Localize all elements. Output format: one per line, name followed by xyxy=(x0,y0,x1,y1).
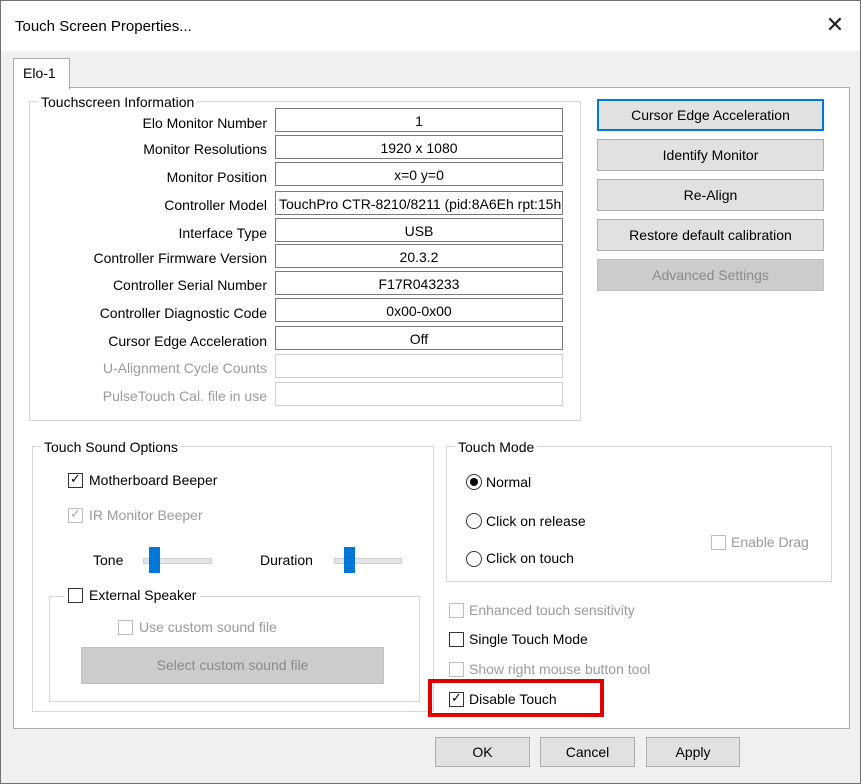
radio-dot-icon xyxy=(470,478,478,486)
normal-radio[interactable] xyxy=(466,474,482,490)
external-speaker-checkbox[interactable] xyxy=(68,588,83,603)
field-diagnostic-code: 0x00-0x00 xyxy=(275,298,563,322)
normal-label: Normal xyxy=(486,474,532,490)
duration-label: Duration xyxy=(260,552,313,568)
cancel-button[interactable]: Cancel xyxy=(540,737,635,767)
click-on-touch-radio[interactable] xyxy=(466,551,482,567)
ir-monitor-beeper-label: IR Monitor Beeper xyxy=(89,507,203,523)
close-icon[interactable]: ✕ xyxy=(823,13,847,37)
touch-sound-legend: Touch Sound Options xyxy=(41,439,181,455)
click-on-release-label: Click on release xyxy=(486,513,586,529)
field-pulsetouch xyxy=(275,382,563,406)
select-custom-sound-button[interactable]: Select custom sound file xyxy=(81,647,384,684)
field-monitor-position: x=0 y=0 xyxy=(275,162,563,186)
touch-mode-legend: Touch Mode xyxy=(455,439,538,455)
field-controller-model: TouchPro CTR-8210/8211 (pid:8A6Eh rpt:15… xyxy=(275,191,563,215)
field-cursor-edge: Off xyxy=(275,326,563,350)
touchscreen-info-legend: Touchscreen Information xyxy=(38,94,198,110)
label-monitor-position: Monitor Position xyxy=(166,169,267,185)
field-monitor-resolutions: 1920 x 1080 xyxy=(275,135,563,159)
enhanced-touch-checkbox[interactable] xyxy=(449,603,464,618)
label-interface-type: Interface Type xyxy=(178,225,267,241)
show-right-mouse-label: Show right mouse button tool xyxy=(469,661,651,677)
label-pulsetouch: PulseTouch Cal. file in use xyxy=(102,388,267,404)
enhanced-touch-label: Enhanced touch sensitivity xyxy=(469,602,635,618)
ir-monitor-beeper-checkbox[interactable]: ✓ xyxy=(68,506,83,523)
label-firmware-version: Controller Firmware Version xyxy=(93,250,268,266)
check-icon: ✓ xyxy=(70,471,81,486)
use-custom-sound-label: Use custom sound file xyxy=(139,619,277,635)
field-serial-number: F17R043233 xyxy=(275,271,563,295)
tone-slider-thumb[interactable] xyxy=(149,547,160,573)
single-touch-label: Single Touch Mode xyxy=(469,631,588,647)
window-title: Touch Screen Properties... xyxy=(15,18,192,35)
field-u-alignment xyxy=(275,354,563,378)
motherboard-beeper-label: Motherboard Beeper xyxy=(89,472,218,488)
duration-slider-thumb[interactable] xyxy=(344,547,355,573)
apply-button[interactable]: Apply xyxy=(646,737,740,767)
advanced-settings-button[interactable]: Advanced Settings xyxy=(597,259,824,291)
label-diagnostic-code: Controller Diagnostic Code xyxy=(99,305,267,321)
check-icon: ✓ xyxy=(70,506,81,521)
label-cursor-edge: Cursor Edge Acceleration xyxy=(108,333,267,349)
label-monitor-resolutions: Monitor Resolutions xyxy=(143,141,267,157)
re-align-button[interactable]: Re-Align xyxy=(597,179,824,211)
identify-monitor-button[interactable]: Identify Monitor xyxy=(597,139,824,171)
cursor-edge-acceleration-button[interactable]: Cursor Edge Acceleration xyxy=(597,99,824,131)
touch-screen-properties-dialog: Touch Screen Properties... ✕ Elo-1 Touch… xyxy=(0,0,861,784)
label-serial-number: Controller Serial Number xyxy=(112,277,267,293)
tab-elo-1[interactable]: Elo-1 xyxy=(13,58,70,89)
tab-label: Elo-1 xyxy=(23,65,56,81)
click-on-touch-label: Click on touch xyxy=(486,550,574,566)
disable-touch-highlight xyxy=(428,679,604,717)
title-bar: Touch Screen Properties... ✕ xyxy=(1,1,860,51)
single-touch-checkbox[interactable] xyxy=(449,632,464,647)
tone-label: Tone xyxy=(93,552,124,568)
field-firmware-version: 20.3.2 xyxy=(275,244,563,268)
restore-default-calibration-button[interactable]: Restore default calibration xyxy=(597,219,824,251)
enable-drag-checkbox[interactable] xyxy=(711,535,726,550)
external-speaker-label: External Speaker xyxy=(87,587,201,603)
label-elo-monitor-number: Elo Monitor Number xyxy=(142,115,268,131)
label-controller-model: Controller Model xyxy=(164,197,267,213)
click-on-release-radio[interactable] xyxy=(466,513,482,529)
use-custom-sound-checkbox[interactable] xyxy=(118,620,133,635)
enable-drag-label: Enable Drag xyxy=(731,534,809,550)
field-interface-type: USB xyxy=(275,218,563,242)
show-right-mouse-checkbox[interactable] xyxy=(449,662,464,677)
ok-button[interactable]: OK xyxy=(435,737,530,767)
motherboard-beeper-checkbox[interactable]: ✓ xyxy=(68,471,83,488)
label-u-alignment: U-Alignment Cycle Counts xyxy=(102,360,267,376)
field-elo-monitor-number: 1 xyxy=(275,108,563,132)
